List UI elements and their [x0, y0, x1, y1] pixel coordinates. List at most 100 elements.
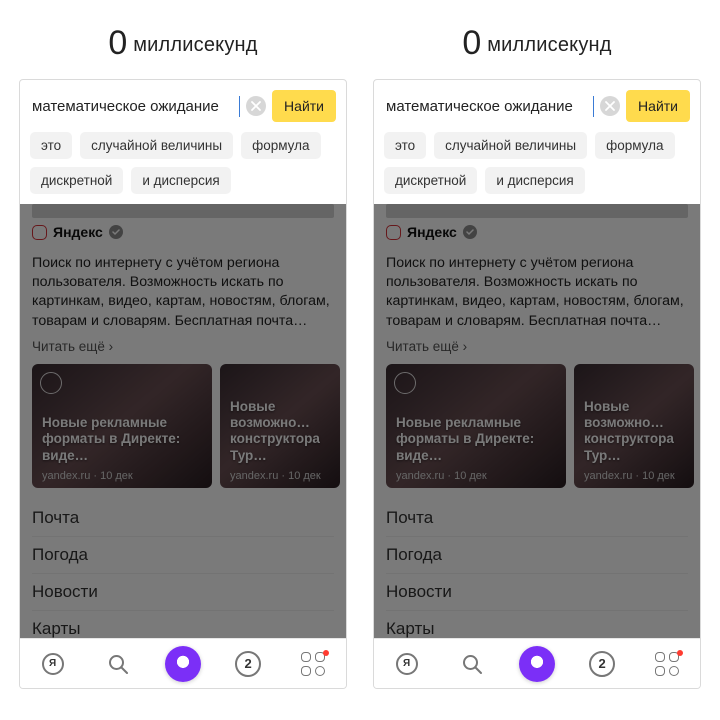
notification-dot-icon — [677, 650, 683, 656]
search-icon — [460, 652, 484, 676]
column-left: 0 миллисекунд Найти это случайной величи… — [18, 10, 348, 689]
search-icon — [106, 652, 130, 676]
news-card[interactable]: Новые рекламные форматы в Директе: виде…… — [386, 364, 566, 488]
read-more-link[interactable]: Читать ещё › — [374, 337, 700, 364]
card-meta: yandex.ru · 10 дек — [42, 470, 133, 482]
result-brand: Яндекс — [407, 224, 457, 240]
clear-button[interactable] — [600, 96, 620, 116]
comparison-pair: 0 миллисекунд Найти это случайной величи… — [0, 0, 720, 689]
chip[interactable]: и дисперсия — [485, 167, 584, 194]
nav-tabs[interactable]: 2 — [228, 644, 268, 684]
chip[interactable]: дискретной — [384, 167, 477, 194]
cutoff-title — [386, 204, 688, 218]
service-links: Почта Погода Новости Карты ТВ Радио Музы… — [20, 496, 346, 638]
card-meta: yandex.ru · 10 дек — [584, 470, 675, 482]
nav-assistant[interactable] — [163, 644, 203, 684]
bottom-nav: Я 2 — [20, 638, 346, 688]
nav-assistant[interactable] — [517, 644, 557, 684]
close-icon — [251, 101, 261, 111]
search-input[interactable] — [386, 96, 594, 117]
link-item[interactable]: Карты — [32, 611, 334, 638]
dimmed-content: Яндекс Поиск по интернету с учётом регио… — [374, 204, 700, 638]
nav-search[interactable] — [98, 644, 138, 684]
search-bar: Найти — [374, 80, 700, 132]
services-icon — [655, 652, 679, 676]
chip[interactable]: формула — [241, 132, 320, 159]
news-card[interactable]: Новые возможно… конструктора Тур… yandex… — [574, 364, 694, 488]
search-button[interactable]: Найти — [626, 90, 690, 122]
suggestion-chips: это случайной величины формула дискретно… — [20, 132, 346, 204]
result-snippet: Поиск по интернету с учётом региона поль… — [374, 246, 700, 337]
notification-dot-icon — [323, 650, 329, 656]
timer-value: 0 — [462, 24, 481, 62]
card-meta: yandex.ru · 10 дек — [396, 470, 487, 482]
result-brand: Яндекс — [53, 224, 103, 240]
chip[interactable]: это — [30, 132, 72, 159]
news-cards: Новые рекламные форматы в Директе: виде…… — [20, 364, 346, 496]
verified-icon — [109, 225, 123, 239]
services-icon — [301, 652, 325, 676]
tabs-count-icon: 2 — [235, 651, 261, 677]
chip[interactable]: дискретной — [30, 167, 123, 194]
news-cards: Новые рекламные форматы в Директе: виде…… — [374, 364, 700, 496]
search-bar: Найти — [20, 80, 346, 132]
verified-icon — [463, 225, 477, 239]
chip[interactable]: формула — [595, 132, 674, 159]
chip[interactable]: случайной величины — [434, 132, 587, 159]
yandex-logo-icon — [32, 225, 47, 240]
alice-icon — [519, 646, 555, 682]
read-more-link[interactable]: Читать ещё › — [20, 337, 346, 364]
phone-frame: Найти это случайной величины формула дис… — [373, 79, 701, 689]
yandex-ring-icon: Я — [396, 653, 418, 675]
card-title: Новые возможно… конструктора Тур… — [230, 399, 330, 464]
cutoff-title — [32, 204, 334, 218]
nav-more[interactable] — [293, 644, 333, 684]
turbo-icon — [394, 372, 416, 394]
close-icon — [605, 101, 615, 111]
nav-more[interactable] — [647, 644, 687, 684]
nav-search[interactable] — [452, 644, 492, 684]
link-item[interactable]: Почта — [386, 500, 688, 537]
result-description: Поиск по интернету с учётом региона поль… — [32, 254, 334, 331]
bottom-nav: Я 2 — [374, 638, 700, 688]
yandex-logo-icon — [386, 225, 401, 240]
link-item[interactable]: Почта — [32, 500, 334, 537]
card-title: Новые рекламные форматы в Директе: виде… — [42, 415, 202, 464]
timer-unit: миллисекунд — [133, 34, 257, 56]
card-title: Новые рекламные форматы в Директе: виде… — [396, 415, 556, 464]
yandex-ring-icon: Я — [42, 653, 64, 675]
dimmed-content: Яндекс Поиск по интернету с учётом регио… — [20, 204, 346, 638]
nav-home[interactable]: Я — [387, 644, 427, 684]
card-title: Новые возможно… конструктора Тур… — [584, 399, 684, 464]
suggestion-chips: это случайной величины формула дискретно… — [374, 132, 700, 204]
alice-icon — [165, 646, 201, 682]
result-snippet: Поиск по интернету с учётом региона поль… — [20, 246, 346, 337]
link-item[interactable]: Погода — [32, 537, 334, 574]
news-card[interactable]: Новые возможно… конструктора Тур… yandex… — [220, 364, 340, 488]
tabs-count-icon: 2 — [589, 651, 615, 677]
turbo-icon — [40, 372, 62, 394]
search-button[interactable]: Найти — [272, 90, 336, 122]
result-description: Поиск по интернету с учётом региона поль… — [386, 254, 688, 331]
timer-value: 0 — [108, 24, 127, 62]
link-item[interactable]: Новости — [386, 574, 688, 611]
chip[interactable]: и дисперсия — [131, 167, 230, 194]
service-links: Почта Погода Новости Карты ТВ Радио Музы… — [374, 496, 700, 638]
clear-button[interactable] — [246, 96, 266, 116]
result-brand-row: Яндекс — [374, 224, 700, 246]
column-right: 0 миллисекунд Найти это случайной величи… — [372, 10, 702, 689]
link-item[interactable]: Новости — [32, 574, 334, 611]
nav-home[interactable]: Я — [33, 644, 73, 684]
timer-unit: миллисекунд — [487, 34, 611, 56]
nav-tabs[interactable]: 2 — [582, 644, 622, 684]
phone-frame: Найти это случайной величины формула дис… — [19, 79, 347, 689]
timer-label: 0 миллисекунд — [108, 24, 257, 63]
card-meta: yandex.ru · 10 дек — [230, 470, 321, 482]
link-item[interactable]: Погода — [386, 537, 688, 574]
chip[interactable]: это — [384, 132, 426, 159]
news-card[interactable]: Новые рекламные форматы в Директе: виде…… — [32, 364, 212, 488]
chip[interactable]: случайной величины — [80, 132, 233, 159]
search-input[interactable] — [32, 96, 240, 117]
timer-label: 0 миллисекунд — [462, 24, 611, 63]
link-item[interactable]: Карты — [386, 611, 688, 638]
